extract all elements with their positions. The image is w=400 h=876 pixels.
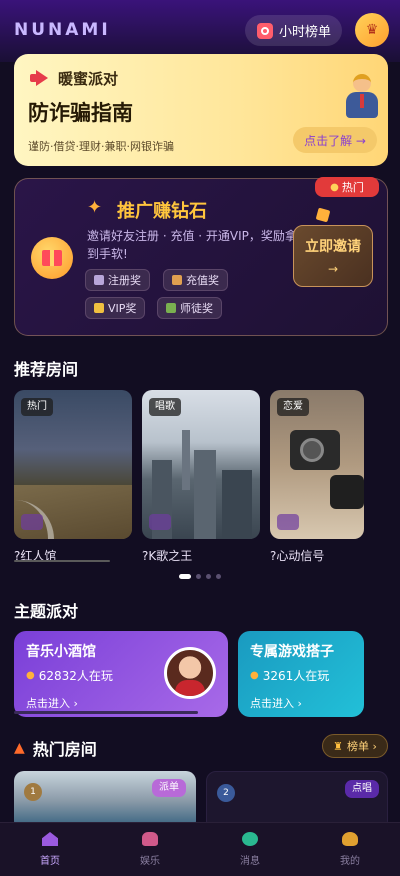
people-icon bbox=[149, 514, 171, 530]
theme-count: ● 3261人在玩 bbox=[250, 669, 330, 683]
theme-title: 专属游戏搭子 bbox=[250, 644, 334, 660]
promotion-card: ● 热门 ✦ 推广赚钻石 邀请好友注册 · 充值 · 开通VIP，奖励拿到手软! … bbox=[14, 177, 388, 336]
avatar bbox=[164, 647, 216, 699]
tab-home[interactable]: 首页 bbox=[0, 823, 100, 876]
banner-subtitle: 谨防·借贷·理财·兼职·网银诈骗 bbox=[28, 140, 174, 153]
flame-icon: ● bbox=[250, 670, 259, 681]
carousel-dot bbox=[206, 574, 211, 579]
reward-chip-mentor: 师徒奖 bbox=[157, 297, 222, 319]
top-header: NUNAMI 小时榜单 ♛ bbox=[0, 0, 400, 62]
chat-icon bbox=[242, 832, 258, 846]
hot-rooms-title: 热门房间 bbox=[32, 740, 97, 759]
banner-kicker: 暖蜜派对 bbox=[58, 70, 119, 88]
carousel-dot bbox=[196, 574, 201, 579]
home-icon bbox=[42, 832, 58, 846]
scroll-indicator bbox=[14, 560, 110, 562]
room-tag: 唱歌 bbox=[149, 398, 181, 416]
promo-title: 推广赚钻石 bbox=[117, 201, 207, 222]
room-tag: 恋爱 bbox=[277, 398, 309, 416]
crown-button[interactable]: ♛ bbox=[355, 13, 389, 47]
hot-rooms-header: ▲ 热门房间 bbox=[14, 736, 97, 760]
gamepad-icon bbox=[142, 832, 158, 846]
flame-icon: ▲ bbox=[14, 740, 25, 756]
people-icon bbox=[21, 514, 43, 530]
carousel-dot bbox=[216, 574, 221, 579]
theme-card[interactable]: 专属游戏搭子 ● 3261人在玩 点击进入 › bbox=[238, 631, 364, 717]
arrow-right-icon: → bbox=[327, 262, 339, 276]
party-popper-icon: ✦ bbox=[87, 197, 103, 218]
app-logo: NUNAMI bbox=[14, 20, 111, 40]
people-icon bbox=[277, 514, 299, 530]
invite-now-button[interactable]: 立即邀请 → bbox=[293, 225, 373, 287]
medal-icon: 2 bbox=[217, 784, 235, 802]
theme-title: 音乐小酒馆 bbox=[26, 644, 96, 660]
money-bag-icon bbox=[172, 275, 182, 285]
trophy-icon: ♜ bbox=[333, 739, 343, 753]
tab-profile[interactable]: 我的 bbox=[300, 823, 400, 876]
hot-badge: ● 热门 bbox=[315, 177, 379, 197]
crown-icon: ♛ bbox=[365, 22, 379, 38]
user-icon bbox=[342, 832, 358, 846]
banner-title: 防诈骗指南 bbox=[28, 101, 133, 125]
promo-description: 邀请好友注册 · 充值 · 开通VIP，奖励拿到手软! bbox=[87, 229, 297, 261]
document-icon bbox=[94, 275, 104, 285]
tab-entertainment[interactable]: 娱乐 bbox=[100, 823, 200, 876]
carousel-dot bbox=[179, 574, 191, 579]
reward-chip-vip: VIP奖 bbox=[85, 297, 146, 319]
room-tag: 派单 bbox=[152, 779, 186, 797]
theme-enter-link[interactable]: 点击进入 › bbox=[26, 695, 78, 711]
theme-enter-link[interactable]: 点击进入 › bbox=[250, 695, 302, 711]
mentor-icon bbox=[166, 303, 176, 313]
theme-card[interactable]: 音乐小酒馆 ● 62832人在玩 点击进入 › bbox=[14, 631, 228, 717]
bottom-tab-bar: 首页 娱乐 消息 我的 bbox=[0, 822, 400, 876]
theme-count: ● 62832人在玩 bbox=[26, 669, 113, 683]
carousel-dots bbox=[179, 574, 221, 579]
hour-rank-label: 小时榜单 bbox=[279, 25, 332, 40]
flame-icon: ● bbox=[330, 181, 339, 193]
gift-deco-icon bbox=[315, 207, 331, 223]
room-name: ?K歌之王 bbox=[142, 549, 193, 563]
learn-more-button[interactable]: 点击了解 → bbox=[293, 127, 377, 153]
recommended-section-title: 推荐房间 bbox=[14, 360, 79, 379]
themes-section-title: 主题派对 bbox=[14, 602, 79, 621]
scroll-indicator bbox=[14, 711, 198, 714]
leaderboard-button[interactable]: ♜ 榜单 › bbox=[322, 734, 388, 758]
hour-rank-button[interactable]: 小时榜单 bbox=[245, 15, 342, 46]
room-tag: 热门 bbox=[21, 398, 53, 416]
room-name: ?心动信号 bbox=[270, 549, 325, 563]
room-card[interactable]: 恋爱 bbox=[270, 390, 364, 539]
megaphone-icon bbox=[30, 70, 50, 86]
alarm-clock-icon bbox=[257, 22, 273, 39]
reward-chip-recharge: 充值奖 bbox=[163, 269, 228, 291]
gift-icon bbox=[31, 237, 73, 279]
flame-icon: ● bbox=[26, 670, 35, 681]
room-tag: 点唱 bbox=[345, 780, 379, 798]
tab-messages[interactable]: 消息 bbox=[200, 823, 300, 876]
invite-label: 立即邀请 bbox=[305, 239, 361, 255]
room-card[interactable]: 热门 bbox=[14, 390, 132, 539]
reward-chip-register: 注册奖 bbox=[85, 269, 150, 291]
crown-icon bbox=[94, 303, 104, 313]
businessman-icon bbox=[344, 74, 380, 120]
room-card[interactable]: 唱歌 bbox=[142, 390, 260, 539]
medal-icon: 1 bbox=[24, 783, 42, 801]
